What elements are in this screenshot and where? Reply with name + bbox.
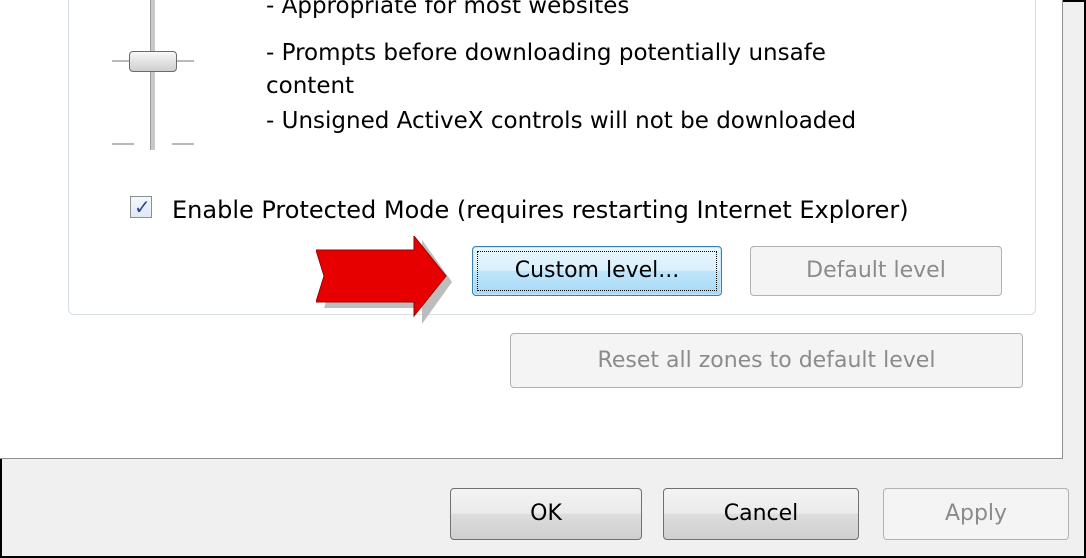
default-level-button[interactable]: Default level [750, 246, 1002, 296]
protected-mode-checkbox[interactable]: ✓ [130, 195, 152, 219]
security-level-slider-thumb[interactable] [129, 51, 177, 72]
apply-button-label: Apply [944, 501, 1008, 526]
cancel-button-label: Cancel [723, 501, 799, 526]
slider-tick-left-bottom [112, 143, 134, 145]
focus-ring [477, 251, 717, 291]
red-arrow-icon [316, 236, 452, 324]
protected-mode-label[interactable]: Enable Protected Mode (requires restarti… [172, 195, 909, 225]
reset-all-zones-button-label: Reset all zones to default level [597, 348, 936, 373]
level-description-line-2: - Prompts before downloading potentially… [266, 40, 826, 66]
security-level-slider-track[interactable] [150, 0, 156, 150]
cancel-button[interactable]: Cancel [663, 488, 859, 540]
default-level-button-label: Default level [806, 258, 946, 283]
ok-button[interactable]: OK [450, 488, 642, 540]
reset-all-zones-button[interactable]: Reset all zones to default level [510, 333, 1023, 388]
security-tab-panel: - Appropriate for most websites - Prompt… [0, 0, 1063, 459]
level-description-line-3: content [266, 73, 355, 99]
custom-level-button[interactable]: Custom level... [472, 246, 722, 296]
ok-button-label: OK [530, 501, 562, 526]
checkmark-icon: ✓ [134, 195, 151, 219]
level-description-line-4: - Unsigned ActiveX controls will not be … [266, 108, 857, 134]
level-description-line-1: - Appropriate for most websites [266, 0, 630, 19]
apply-button[interactable]: Apply [883, 488, 1069, 540]
slider-tick-right-bottom [172, 143, 194, 145]
